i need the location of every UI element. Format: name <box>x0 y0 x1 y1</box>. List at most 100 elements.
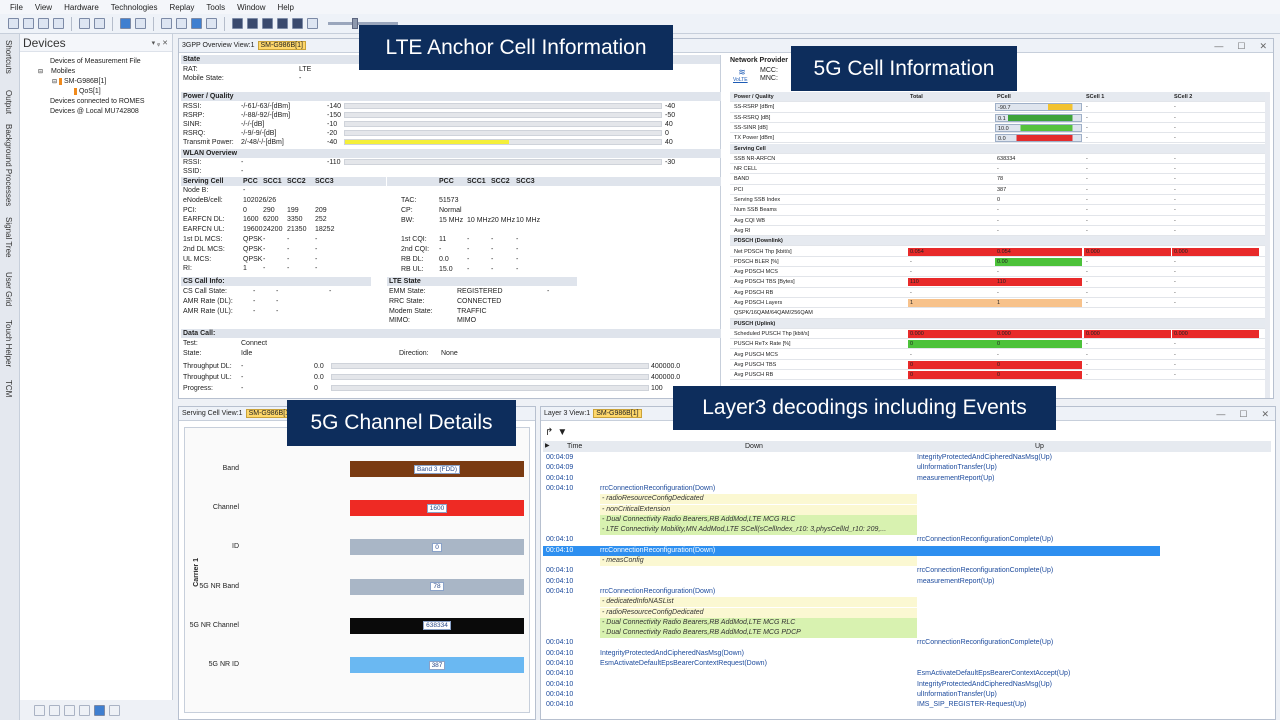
scan-icon[interactable] <box>94 704 105 716</box>
nr-cell: - <box>1086 217 1088 224</box>
layout-icon[interactable] <box>135 18 146 29</box>
layer3-row[interactable]: 00:04:10 rrcConnectionReconfiguration(Dow… <box>543 484 1271 494</box>
tree-item[interactable]: QoS[1] <box>79 88 101 95</box>
layer3-row[interactable]: 00:04:10 EsmActivateDefaultEpsBearerConte… <box>543 659 1271 669</box>
tab-user-grid[interactable]: User Grid <box>4 272 13 306</box>
pq-bar-fill <box>345 140 510 144</box>
step-forward-icon[interactable] <box>292 18 303 29</box>
save-icon[interactable] <box>38 18 49 29</box>
maximize-icon[interactable]: ☐ <box>1237 41 1245 52</box>
menu-hardware[interactable]: Hardware <box>64 3 99 12</box>
layer3-row[interactable]: 00:04:09 ulInformationTransfer(Up) <box>543 463 1271 473</box>
col-up[interactable]: Up <box>1035 441 1044 452</box>
minimize-icon[interactable]: — <box>1216 409 1225 420</box>
layer3-row[interactable]: 00:04:10 IMS_SIP_REGISTER-Request(Up) <box>543 700 1271 710</box>
play-icon[interactable] <box>232 18 243 29</box>
layer3-row[interactable]: 00:04:10 IntegrityProtectedAndCipheredNas… <box>543 680 1271 690</box>
menu-technologies[interactable]: Technologies <box>111 3 158 12</box>
disconnect-icon[interactable] <box>49 704 60 716</box>
layer3-row[interactable]: - Dual Connectivity Radio Bearers,RB Add… <box>543 628 1271 639</box>
minimize-icon[interactable]: — <box>1214 41 1223 52</box>
devices-header: Devices ▾ ᵩ ✕ <box>20 34 172 52</box>
view-grid-icon[interactable] <box>120 18 131 29</box>
layer3-row[interactable]: 00:04:10 rrcConnectionReconfiguration(Dow… <box>543 545 1160 556</box>
layer3-row[interactable]: - LTE Connectivity Mobility,MN AddMod,LT… <box>543 525 1271 536</box>
panel-controls[interactable]: ▾ ᵩ ✕ <box>152 39 168 47</box>
tree-item[interactable]: Devices of Measurement File <box>24 57 172 67</box>
export-icon[interactable] <box>53 18 64 29</box>
nr-cell <box>908 227 995 235</box>
layer3-row[interactable]: 00:04:10 rrcConnectionReconfigurationComp… <box>543 638 1271 648</box>
layer3-row[interactable]: - Dual Connectivity Radio Bearers,RB Add… <box>543 514 1271 525</box>
sc-cell: 18252 <box>315 226 335 234</box>
device-tab[interactable]: SM-G986B[1] <box>593 409 642 418</box>
tab-touch-helper[interactable]: Touch Helper <box>4 320 13 367</box>
layer3-row[interactable]: 00:04:10 ulInformationTransfer(Up) <box>543 690 1271 700</box>
layer3-row[interactable]: 00:04:10 measurementReport(Up) <box>543 577 1271 587</box>
layer3-row[interactable]: - dedicatedInfoNASList <box>543 597 1271 608</box>
menu-window[interactable]: Window <box>237 3 265 12</box>
layer3-row[interactable]: 00:04:10 measurementReport(Up) <box>543 474 1271 484</box>
device-tab[interactable]: SM-G986B[1] <box>257 41 306 50</box>
col-down[interactable]: Down <box>745 441 763 452</box>
layer3-row[interactable]: 00:04:10 EsmActivateDefaultEpsBearerConte… <box>543 669 1271 679</box>
layer3-row[interactable]: 00:04:10 IntegrityProtectedAndCipheredNas… <box>543 649 1271 659</box>
layer3-row[interactable]: 00:04:10 rrcConnectionReconfigurationComp… <box>543 535 1271 545</box>
tree-item[interactable]: Devices connected to ROMES <box>24 97 172 107</box>
menu-replay[interactable]: Replay <box>169 3 194 12</box>
view-tab[interactable]: Layer 3 View:1 <box>544 410 590 417</box>
layer3-row[interactable]: 00:04:10 rrcConnectionReconfiguration(Dow… <box>543 587 1271 597</box>
chart-icon[interactable] <box>176 18 187 29</box>
filter-icon[interactable] <box>206 18 217 29</box>
tab-signal-tree[interactable]: Signal Tree <box>4 217 13 257</box>
close-icon[interactable]: ✕ <box>1261 409 1269 420</box>
menu-view[interactable]: View <box>35 3 52 12</box>
open-file-icon[interactable] <box>23 18 34 29</box>
split-icon[interactable] <box>109 704 120 716</box>
menu-file[interactable]: File <box>10 3 23 12</box>
hardware-icon[interactable] <box>79 18 90 29</box>
pause-icon[interactable] <box>247 18 258 29</box>
nr-cell <box>908 217 995 225</box>
layer3-row[interactable]: 00:04:10 rrcConnectionReconfigurationComp… <box>543 566 1271 576</box>
tab-shortcuts[interactable]: Shortcuts <box>4 40 13 74</box>
tab-tcm[interactable]: TCM <box>4 380 13 397</box>
new-file-icon[interactable] <box>8 18 19 29</box>
menu-help[interactable]: Help <box>278 3 294 12</box>
layer3-row[interactable]: - nonCriticalExtension <box>543 504 1271 515</box>
connect-icon[interactable] <box>34 704 45 716</box>
pq-value: -/-9/-9/-[dB] <box>241 130 277 137</box>
layer3-row[interactable]: 00:04:09 IntegrityProtectedAndCipheredNas… <box>543 453 1271 463</box>
step-back-icon[interactable] <box>277 18 288 29</box>
map-icon[interactable] <box>191 18 202 29</box>
table-icon[interactable] <box>161 18 172 29</box>
filter-icon[interactable]: ▼ <box>557 427 567 438</box>
speed-icon[interactable] <box>307 18 318 29</box>
layer3-row[interactable]: - Dual Connectivity Radio Bearers,RB Add… <box>543 617 1271 628</box>
layer3-row[interactable]: - measConfig <box>543 556 1271 566</box>
refresh-icon[interactable] <box>64 704 75 716</box>
sc-cell: QPSK <box>243 236 263 243</box>
stop-icon[interactable] <box>262 18 273 29</box>
config-icon[interactable] <box>94 18 105 29</box>
close-icon[interactable]: ✕ <box>1259 41 1267 52</box>
lte-state-cell: REGISTERED <box>457 288 503 295</box>
layer3-row[interactable]: - radioResourceConfigDedicated <box>543 494 1271 505</box>
tree-item[interactable]: Devices @ Local MU742808 <box>24 107 172 117</box>
menu-tools[interactable]: Tools <box>206 3 225 12</box>
tree-item[interactable]: SM-G986B[1] <box>64 78 106 85</box>
refresh-icon[interactable]: ↱ <box>545 427 553 438</box>
tree-item[interactable]: Mobiles <box>51 68 75 75</box>
view-tab[interactable]: 3GPP Overview View:1 <box>182 42 255 49</box>
expand-icon[interactable]: ▶ <box>545 441 550 452</box>
col-time[interactable]: Time <box>567 441 582 452</box>
tab-output[interactable]: Output <box>4 90 13 114</box>
l3-time: 00:04:10 <box>546 701 574 709</box>
maximize-icon[interactable]: ☐ <box>1239 409 1247 420</box>
scrollbar[interactable] <box>1265 92 1270 398</box>
view-tab[interactable]: Serving Cell View:1 <box>182 410 243 417</box>
l3-time: 00:04:10 <box>546 680 574 688</box>
layer3-row[interactable]: - radioResourceConfigDedicated <box>543 607 1271 618</box>
tab-background-processes[interactable]: Background Processes <box>4 124 13 206</box>
settings-icon[interactable] <box>79 704 90 716</box>
